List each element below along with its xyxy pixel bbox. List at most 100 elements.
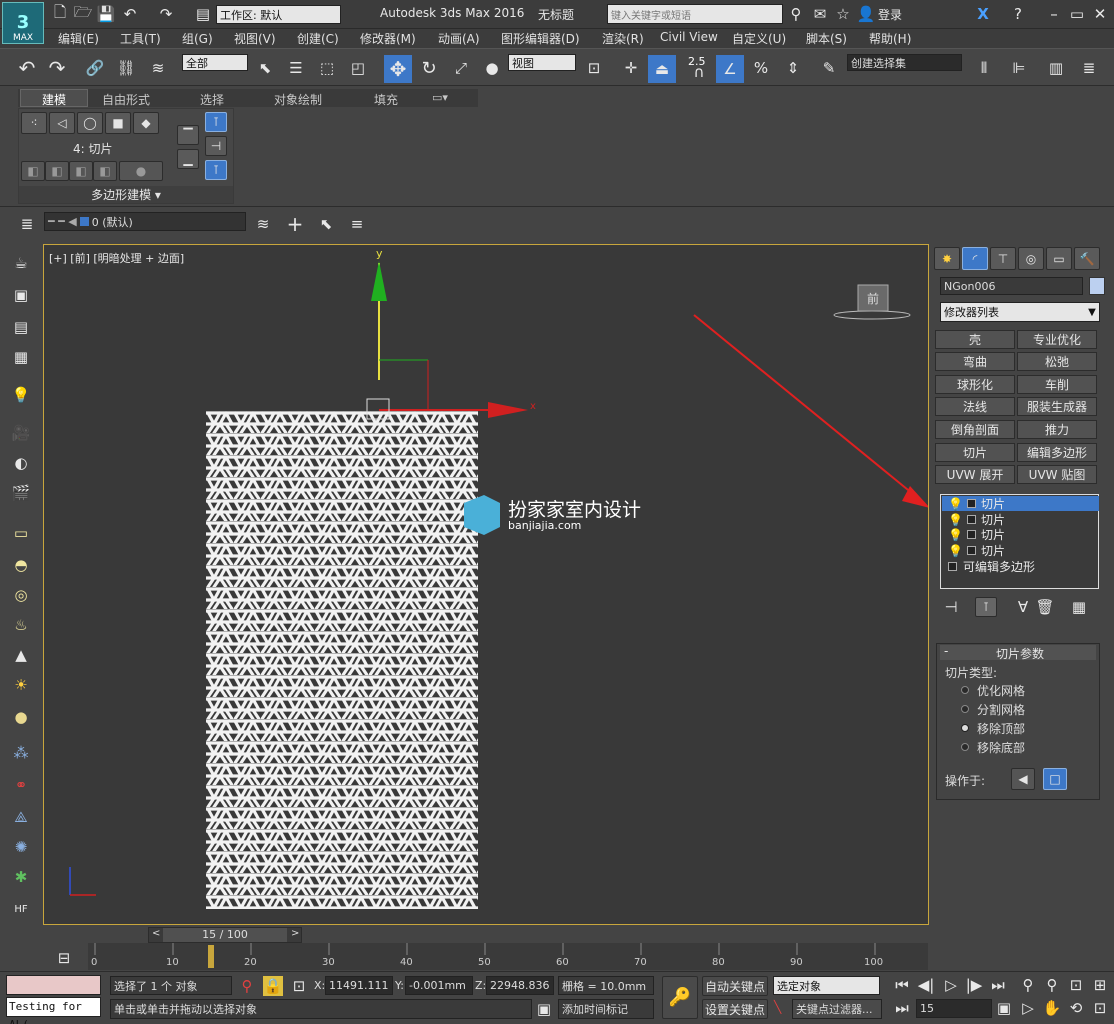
chevron-down-icon[interactable]: ▼ — [1084, 304, 1100, 320]
selection-filter-select[interactable]: 全部 — [182, 54, 248, 71]
key-filters-button[interactable]: 关键点过滤器... — [792, 999, 882, 1019]
modifier-garment-maker[interactable]: 服装生成器 — [1017, 397, 1097, 416]
edit-named-sel-icon[interactable]: ✎ — [818, 57, 840, 79]
bind-spacewarp-icon[interactable]: ≋ — [147, 57, 169, 79]
rect-selection-icon[interactable]: ⬚ — [316, 57, 338, 79]
create-layer-icon[interactable]: ≋ — [252, 213, 274, 235]
new-file-icon[interactable]: 🗋 — [52, 3, 68, 22]
create-tab-icon[interactable]: ✸ — [934, 247, 960, 270]
absolute-mode-icon[interactable]: ⊡ — [290, 977, 308, 995]
menu-scripting[interactable]: 脚本(S) — [806, 30, 847, 47]
max-logo[interactable]: 3 MAX — [2, 2, 44, 44]
select-by-name-icon[interactable]: ☰ — [285, 57, 307, 79]
time-slider-thumb[interactable]: 15 / 100 — [163, 928, 287, 942]
operate-on-faces-button[interactable]: ◀ — [1011, 768, 1035, 790]
tab-selection[interactable]: 选择 — [200, 91, 224, 108]
select-object-icon[interactable]: ⬉ — [254, 57, 276, 79]
option-remove-top[interactable]: 移除顶部 — [977, 720, 1025, 737]
polygon-modeling-group[interactable]: 多边形建模 ▾ — [19, 186, 233, 203]
radio-split-mesh[interactable] — [961, 705, 969, 713]
time-slider-prev[interactable]: < — [152, 928, 160, 939]
auto-key-button[interactable]: 自动关键点 — [702, 976, 768, 996]
workspace-select[interactable]: 工作区: 默认 — [216, 5, 341, 24]
add-time-tag-button[interactable]: 添加时间标记 — [558, 999, 654, 1019]
modifier-edit-poly[interactable]: 编辑多边形 — [1017, 443, 1097, 462]
place-icon[interactable]: ● — [481, 57, 503, 79]
tab-object-paint[interactable]: 对象绘制 — [274, 91, 322, 108]
show-end-result-icon[interactable]: ⊺ — [975, 597, 997, 617]
layer-explorer-icon[interactable]: ▥ — [1045, 57, 1067, 79]
radio-remove-top[interactable] — [961, 724, 969, 732]
exchange-icon[interactable]: X — [975, 5, 991, 23]
login-link[interactable]: 登录 — [878, 6, 902, 23]
menu-modifiers[interactable]: 修改器(M) — [360, 30, 416, 47]
operate-on-polygons-button[interactable]: □ — [1043, 768, 1067, 790]
teapot-primitive-icon[interactable]: ♨ — [9, 614, 33, 636]
display-tab-icon[interactable]: ▭ — [1046, 247, 1072, 270]
orbit-icon[interactable]: ⟲ — [1066, 999, 1086, 1017]
plane-icon[interactable]: ▭ — [9, 522, 33, 544]
select-manipulate-icon[interactable]: ✛ — [620, 57, 642, 79]
sun-icon[interactable]: ☀ — [9, 674, 33, 696]
time-config-icon[interactable]: ▣ — [995, 999, 1013, 1017]
modifier-list-select[interactable]: 修改器列表 — [940, 302, 1100, 322]
hair-fur-icon[interactable]: HF — [9, 898, 33, 920]
tab-modeling-label[interactable]: 建模 — [42, 91, 66, 108]
sphere-icon[interactable]: ● — [9, 706, 33, 728]
modifier-slice[interactable]: 切片 — [935, 443, 1015, 462]
y-coord-input[interactable]: -0.001mm — [405, 976, 473, 995]
binoculars-icon[interactable]: ⚲ — [788, 5, 804, 23]
pyramid-icon[interactable]: ⟁ — [9, 806, 33, 828]
stack-item-slice-1[interactable]: 💡 切片 — [942, 496, 1099, 511]
option-remove-bottom[interactable]: 移除底部 — [977, 739, 1025, 756]
tab-freeform[interactable]: 自由形式 — [102, 91, 150, 108]
menu-graph-editors[interactable]: 图形编辑器(D) — [501, 30, 580, 47]
object-color-swatch[interactable] — [1089, 277, 1105, 295]
isolate-icon[interactable]: ⚲ — [238, 977, 256, 995]
modifier-bend[interactable]: 弯曲 — [935, 352, 1015, 371]
pin-stack-icon[interactable]: ⊣ — [941, 598, 961, 616]
go-to-end-icon[interactable]: ⏭ — [988, 976, 1008, 994]
poly-tool-4[interactable]: ◧ — [93, 161, 117, 181]
time-slider-next[interactable]: > — [291, 928, 299, 939]
zoom-extents-icon[interactable]: ⊡ — [1066, 976, 1086, 994]
menu-create[interactable]: 创建(C) — [297, 30, 339, 47]
motion-tab-icon[interactable]: ◎ — [1018, 247, 1044, 270]
keyboard-shortcut-icon[interactable]: ⏏ — [648, 55, 676, 83]
angle-snap-icon[interactable]: ∠ — [716, 55, 744, 83]
vertex-button[interactable]: ⁖ — [21, 112, 47, 134]
modifier-spherify[interactable]: 球形化 — [935, 375, 1015, 394]
layer-select[interactable]: ━ ━ ◀ 0 (默认) — [44, 212, 246, 231]
maximize-viewport-icon[interactable]: ⊡ — [1090, 999, 1110, 1017]
spinner-snap-icon[interactable]: ⇕ — [782, 57, 804, 79]
edge-button[interactable]: ◁ — [49, 112, 75, 134]
make-unique-icon[interactable]: ∀ — [1013, 598, 1033, 616]
material-editor-icon[interactable]: ▤ — [9, 316, 33, 338]
maxscript-listener-top[interactable] — [6, 975, 101, 995]
menu-tools[interactable]: 工具(T) — [120, 30, 161, 47]
set-current-layer-icon[interactable]: ≡ — [346, 213, 368, 235]
stack-item-slice-4[interactable]: 💡 切片 — [942, 543, 1099, 559]
menu-help[interactable]: 帮助(H) — [869, 30, 911, 47]
modifier-pro-optimizer[interactable]: 专业优化 — [1017, 330, 1097, 349]
stack-item-editable-poly[interactable]: 可编辑多边形 — [942, 559, 1099, 574]
zoom-all-icon[interactable]: ⚲ — [1042, 976, 1062, 994]
menu-customize[interactable]: 自定义(U) — [732, 30, 786, 47]
modify-tab-icon[interactable]: ◜ — [962, 247, 988, 270]
redo-icon[interactable]: ↷ — [158, 5, 174, 23]
zoom-icon[interactable]: ⚲ — [1018, 976, 1038, 994]
ribbon-options-icon[interactable]: ▭▾ — [428, 89, 452, 105]
radio-remove-bottom[interactable] — [961, 743, 969, 751]
snap-toggle-icon[interactable]: ∩ — [688, 63, 710, 81]
redo-icon[interactable]: ↷ — [46, 56, 68, 80]
polygon-button[interactable]: ■ — [105, 112, 131, 134]
favorites-icon[interactable]: ☆ — [835, 5, 851, 23]
teapot-icon[interactable]: ☕ — [9, 252, 33, 274]
field-of-view-icon[interactable]: ▷ — [1018, 999, 1038, 1017]
option-split-mesh[interactable]: 分割网格 — [977, 701, 1025, 718]
communication-icon[interactable]: ✉ — [812, 5, 828, 23]
curve-editor-icon[interactable]: ⊟ — [54, 949, 74, 967]
stack-item-slice-3[interactable]: 💡 切片 — [942, 527, 1099, 543]
lock-selection-icon[interactable]: 🔒 — [263, 976, 283, 996]
zoom-extents-all-icon[interactable]: ⊞ — [1090, 976, 1110, 994]
